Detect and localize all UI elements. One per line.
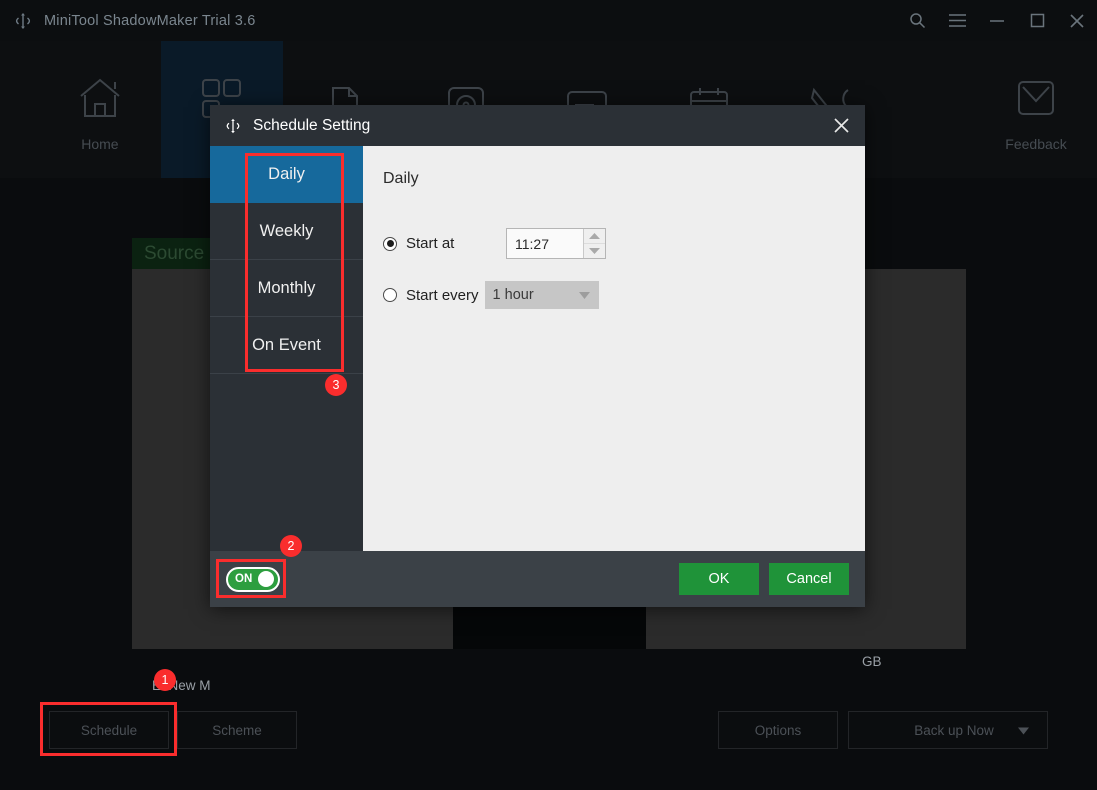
- enable-toggle[interactable]: ON: [226, 567, 280, 592]
- tab-monthly[interactable]: Monthly: [210, 260, 363, 317]
- time-spinner-buttons: [583, 229, 605, 258]
- maximize-icon[interactable]: [1017, 0, 1057, 41]
- annotation-badge-3: 3: [325, 374, 347, 396]
- scheme-button[interactable]: Scheme: [177, 711, 297, 749]
- tab-on-event[interactable]: On Event: [210, 317, 363, 374]
- app-window: MiniTool ShadowMaker Trial 3.6: [0, 0, 1097, 790]
- nav-item-home[interactable]: Home: [39, 41, 161, 178]
- triangle-up-icon[interactable]: [584, 229, 605, 244]
- start-at-row: Start at 11:27: [383, 228, 865, 259]
- nav-item-feedback[interactable]: Feedback: [975, 41, 1097, 178]
- minimize-icon[interactable]: [977, 0, 1017, 41]
- start-at-radio[interactable]: [383, 237, 397, 251]
- search-icon[interactable]: [897, 0, 937, 41]
- tab-daily[interactable]: Daily: [210, 146, 363, 203]
- dialog-body: Daily Weekly Monthly On Event Daily Star…: [210, 146, 865, 551]
- start-every-radio[interactable]: [383, 288, 397, 302]
- schedule-panel: Daily Start at 11:27: [363, 146, 865, 551]
- close-icon[interactable]: [1057, 0, 1097, 41]
- title-bar: MiniTool ShadowMaker Trial 3.6: [0, 0, 1097, 41]
- caret-down-icon[interactable]: [1018, 723, 1029, 738]
- start-every-label: Start every: [406, 287, 479, 304]
- dialog-title: Schedule Setting: [253, 117, 370, 135]
- menu-icon[interactable]: [937, 0, 977, 41]
- toggle-knob: [258, 571, 274, 587]
- start-at-label: Start at: [406, 235, 496, 252]
- window-controls: [897, 0, 1097, 41]
- nav-label-feedback: Feedback: [1005, 136, 1066, 152]
- start-at-time-value[interactable]: 11:27: [507, 229, 583, 258]
- triangle-down-icon[interactable]: [584, 244, 605, 258]
- source-label: Source: [132, 243, 204, 265]
- schedule-setting-dialog: Schedule Setting Daily Weekly Monthly On…: [210, 105, 865, 607]
- start-at-time-spinner[interactable]: 11:27: [506, 228, 606, 259]
- backup-now-button[interactable]: Back up Now: [848, 711, 1048, 749]
- app-logo-icon: [12, 10, 34, 32]
- dialog-title-bar: Schedule Setting: [210, 105, 865, 146]
- close-icon[interactable]: [817, 105, 865, 146]
- destination-size-text: GB: [862, 654, 882, 669]
- cancel-button[interactable]: Cancel: [769, 563, 849, 595]
- ok-button[interactable]: OK: [679, 563, 759, 595]
- schedule-tabs: Daily Weekly Monthly On Event: [210, 146, 363, 551]
- app-title: MiniTool ShadowMaker Trial 3.6: [44, 13, 256, 29]
- home-icon: [77, 68, 123, 120]
- sync-arrows-icon: [223, 116, 243, 136]
- interval-value: 1 hour: [485, 287, 534, 303]
- panel-heading: Daily: [383, 170, 865, 188]
- annotation-badge-2: 2: [280, 535, 302, 557]
- options-button[interactable]: Options: [718, 711, 838, 749]
- envelope-icon: [1013, 68, 1059, 120]
- tab-weekly[interactable]: Weekly: [210, 203, 363, 260]
- start-every-interval-select[interactable]: 1 hour: [485, 281, 599, 309]
- schedule-button[interactable]: Schedule: [49, 711, 169, 749]
- dialog-action-buttons: OK Cancel: [679, 563, 849, 595]
- annotation-badge-1: 1: [154, 669, 176, 691]
- dialog-footer: ON OK Cancel: [210, 551, 865, 607]
- start-every-row: Start every 1 hour: [383, 281, 865, 309]
- nav-label-home: Home: [81, 136, 118, 152]
- toggle-label: ON: [235, 573, 252, 585]
- caret-down-icon: [579, 286, 590, 304]
